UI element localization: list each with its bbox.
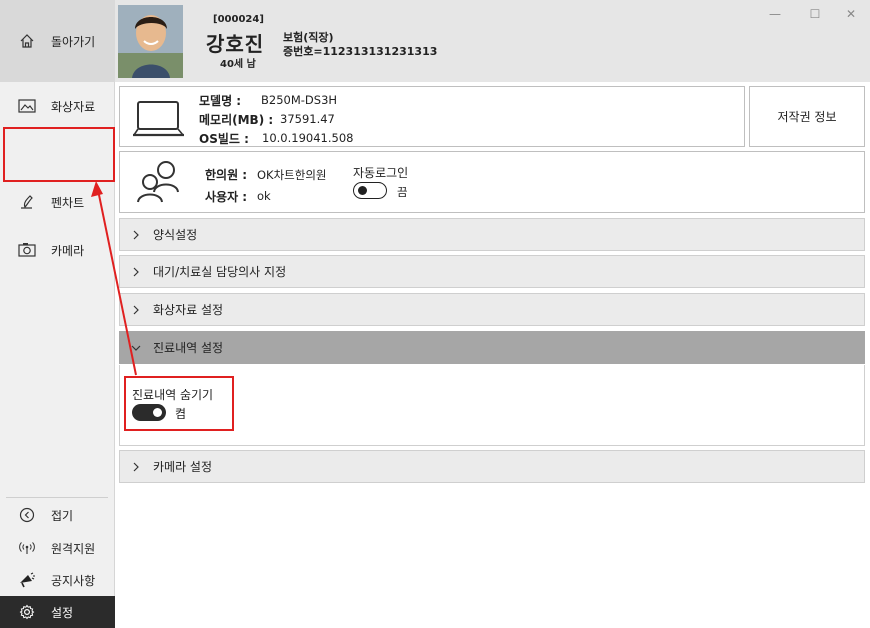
minimize-button[interactable]: —: [760, 4, 790, 24]
patient-cert-number: 증번호=112313131231313: [283, 45, 438, 58]
user-label: 사용자 :: [205, 190, 248, 204]
section-label: 화상자료 설정: [153, 303, 224, 317]
patient-header: [000024] 강호진 40세 남 보험(직장) 증번호=1123131312…: [115, 0, 870, 82]
annotation-highlight-box: [3, 127, 115, 182]
gear-icon: [17, 602, 37, 622]
close-button[interactable]: ✕: [836, 4, 866, 24]
sidebar-item-label: 펜차트: [51, 195, 85, 210]
sidebar-item-camera[interactable]: 카메라: [0, 228, 115, 272]
section-label: 진료내역 설정: [153, 341, 224, 355]
sidebar-item-label: 카메라: [51, 243, 85, 258]
chevron-right-icon: [129, 462, 143, 472]
patient-name: 강호진: [206, 32, 265, 56]
computer-icon: [132, 99, 186, 142]
annotation-highlight-box: [124, 376, 234, 431]
autologin-state: 끔: [397, 185, 408, 199]
camera-icon: [17, 240, 37, 260]
section-camera-settings[interactable]: 카메라 설정: [119, 450, 865, 483]
users-icon: [134, 158, 182, 207]
patient-photo: [118, 5, 183, 78]
sidebar: 돌아가기 화상자료 펜차트 카메라 접기 원격지원 공지사항 설정: [0, 0, 115, 628]
maximize-icon: ☐: [809, 7, 821, 21]
os-build-value: 10.0.19041.508: [262, 131, 354, 145]
section-history-settings[interactable]: 진료내역 설정: [119, 331, 865, 364]
collapse-button[interactable]: 접기: [0, 498, 115, 532]
autologin-label: 자동로그인: [353, 166, 409, 180]
home-icon: [17, 31, 37, 51]
sidebar-item-label: 접기: [51, 508, 74, 523]
chevron-right-icon: [129, 230, 143, 240]
minimize-icon: —: [769, 7, 781, 21]
autologin-toggle[interactable]: [353, 182, 387, 199]
remote-support-button[interactable]: 원격지원: [0, 531, 115, 565]
model-label: 모델명 :: [199, 94, 242, 108]
remote-icon: [17, 538, 37, 558]
sidebar-item-penchart[interactable]: 펜차트: [0, 180, 115, 224]
model-value: B250M-DS3H: [261, 93, 338, 107]
sidebar-item-label: 공지사항: [51, 573, 96, 588]
back-label: 돌아가기: [51, 34, 96, 49]
settings-button[interactable]: 설정: [0, 596, 115, 628]
chevron-right-icon: [129, 267, 143, 277]
patient-id: [000024]: [213, 14, 264, 25]
toggle-knob: [358, 186, 367, 195]
close-icon: ✕: [845, 7, 857, 21]
back-button[interactable]: 돌아가기: [0, 0, 115, 82]
clinic-label: 한의원 :: [205, 168, 248, 182]
memory-label: 메모리(MB) :: [199, 113, 274, 127]
copyright-info-button[interactable]: 저작권 정보: [749, 86, 865, 147]
patient-age-sex: 40세 남: [220, 59, 256, 70]
megaphone-icon: [17, 570, 37, 590]
section-label: 대기/치료실 담당의사 지정: [153, 265, 287, 279]
sidebar-item-label: 원격지원: [51, 541, 96, 556]
copyright-label: 저작권 정보: [777, 110, 837, 124]
chevron-right-icon: [129, 305, 143, 315]
sidebar-item-label: 화상자료: [51, 99, 96, 114]
section-label: 카메라 설정: [153, 460, 213, 474]
system-info-card: 모델명 : B250M-DS3H 메모리(MB) : 37591.47 OS빌드…: [119, 86, 745, 147]
notice-button[interactable]: 공지사항: [0, 563, 115, 597]
sidebar-item-label: 설정: [51, 605, 74, 620]
section-image-settings[interactable]: 화상자료 설정: [119, 293, 865, 326]
image-icon: [17, 96, 37, 116]
section-doctor-assignment[interactable]: 대기/치료실 담당의사 지정: [119, 255, 865, 288]
account-card: 한의원 : OK차트한의원 사용자 : ok 자동로그인 끔: [119, 151, 865, 213]
clinic-value: OK차트한의원: [257, 168, 327, 182]
user-value: ok: [257, 189, 271, 203]
chevron-down-icon: [129, 344, 143, 352]
maximize-button[interactable]: ☐: [800, 4, 830, 24]
sidebar-item-images[interactable]: 화상자료: [0, 84, 115, 128]
os-build-label: OS빌드 :: [199, 132, 249, 146]
section-form-settings[interactable]: 양식설정: [119, 218, 865, 251]
pen-icon: [17, 192, 37, 212]
memory-value: 37591.47: [280, 112, 335, 126]
collapse-icon: [17, 505, 37, 525]
section-label: 양식설정: [153, 228, 198, 242]
